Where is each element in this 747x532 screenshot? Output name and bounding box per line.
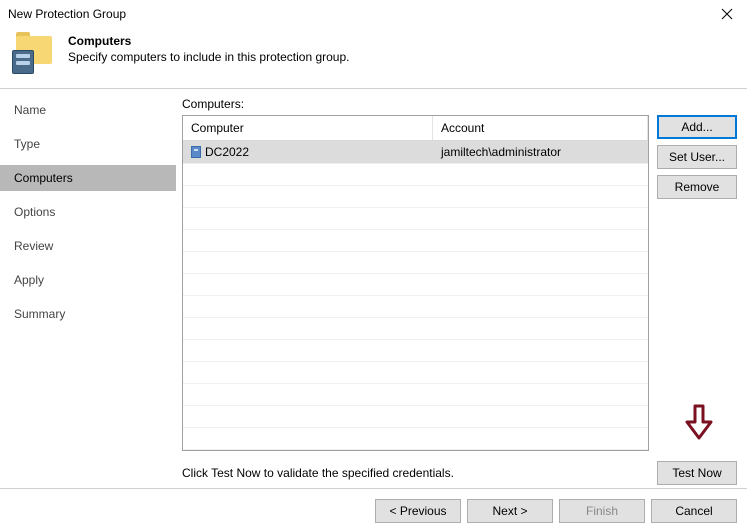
content-pane: Computers: Computer Account DC2022 jamil… xyxy=(176,89,747,488)
table-row-area: Computer Account DC2022 jamiltech\admini… xyxy=(182,115,737,451)
sidebar-item-type[interactable]: Type xyxy=(0,131,176,157)
table-row[interactable] xyxy=(183,274,648,296)
computer-icon xyxy=(191,146,201,158)
sidebar-item-name[interactable]: Name xyxy=(0,97,176,123)
sidebar-item-apply[interactable]: Apply xyxy=(0,267,176,293)
wizard-header: Computers Specify computers to include i… xyxy=(0,28,747,88)
titlebar: New Protection Group xyxy=(0,0,747,28)
table-row[interactable] xyxy=(183,252,648,274)
column-header-account[interactable]: Account xyxy=(433,116,648,140)
cancel-button[interactable]: Cancel xyxy=(651,499,737,523)
sidebar-item-computers[interactable]: Computers xyxy=(0,165,176,191)
page-title: Computers xyxy=(68,34,349,48)
computers-folder-icon xyxy=(10,34,58,78)
table-row[interactable] xyxy=(183,318,648,340)
wizard-footer: < Previous Next > Finish Cancel xyxy=(0,488,747,532)
sidebar-item-options[interactable]: Options xyxy=(0,199,176,225)
table-header: Computer Account xyxy=(183,116,648,141)
table-row[interactable] xyxy=(183,384,648,406)
table-body: DC2022 jamiltech\administrator xyxy=(183,141,648,450)
cell-computer: DC2022 xyxy=(183,141,433,163)
remove-button[interactable]: Remove xyxy=(657,175,737,199)
table-row[interactable]: DC2022 jamiltech\administrator xyxy=(183,141,648,164)
page-subtitle: Specify computers to include in this pro… xyxy=(68,50,349,64)
wizard-steps-sidebar: Name Type Computers Options Review Apply… xyxy=(0,89,176,488)
test-now-button[interactable]: Test Now xyxy=(657,461,737,485)
table-row[interactable] xyxy=(183,406,648,428)
wizard-header-text: Computers Specify computers to include i… xyxy=(68,34,349,64)
table-row[interactable] xyxy=(183,340,648,362)
table-row[interactable] xyxy=(183,186,648,208)
wizard-body: Name Type Computers Options Review Apply… xyxy=(0,89,747,488)
column-header-computer[interactable]: Computer xyxy=(183,116,433,140)
table-row[interactable] xyxy=(183,208,648,230)
hint-text: Click Test Now to validate the specified… xyxy=(182,466,454,480)
next-button[interactable]: Next > xyxy=(467,499,553,523)
cell-computer-text: DC2022 xyxy=(205,145,249,159)
cell-account: jamiltech\administrator xyxy=(433,141,648,163)
table-row[interactable] xyxy=(183,428,648,450)
set-user-button[interactable]: Set User... xyxy=(657,145,737,169)
finish-button: Finish xyxy=(559,499,645,523)
window-title: New Protection Group xyxy=(8,7,126,21)
close-icon xyxy=(721,8,733,20)
table-row[interactable] xyxy=(183,164,648,186)
computers-table[interactable]: Computer Account DC2022 jamiltech\admini… xyxy=(182,115,649,451)
computers-label: Computers: xyxy=(182,97,737,111)
table-row[interactable] xyxy=(183,230,648,252)
sidebar-item-summary[interactable]: Summary xyxy=(0,301,176,327)
table-row[interactable] xyxy=(183,362,648,384)
add-button[interactable]: Add... xyxy=(657,115,737,139)
sidebar-item-review[interactable]: Review xyxy=(0,233,176,259)
close-button[interactable] xyxy=(707,0,747,28)
side-buttons: Add... Set User... Remove xyxy=(657,115,737,451)
previous-button[interactable]: < Previous xyxy=(375,499,461,523)
hint-row: Click Test Now to validate the specified… xyxy=(182,461,737,485)
table-row[interactable] xyxy=(183,296,648,318)
